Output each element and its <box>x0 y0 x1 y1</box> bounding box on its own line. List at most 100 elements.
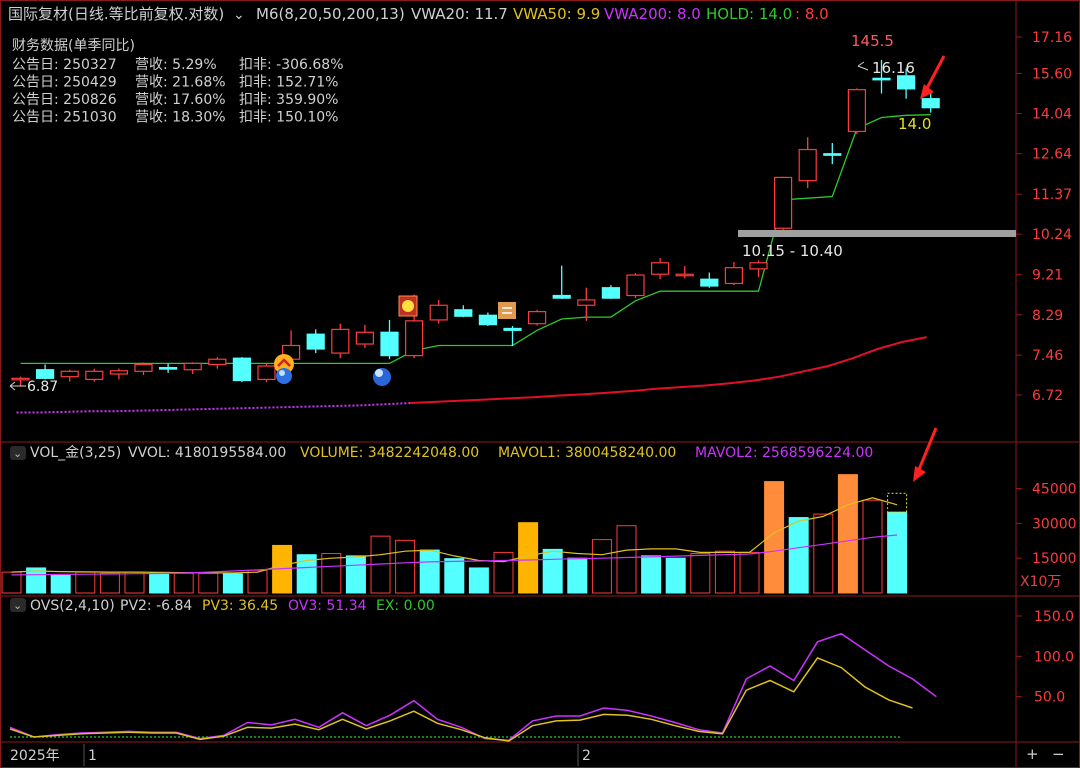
volume-header: ⌄ VOL_金(3,25) VVOL: 4180195584.00 VOLUME… <box>10 445 873 461</box>
volume-tick-label: 45000 <box>1032 482 1077 498</box>
candle <box>355 324 374 349</box>
candle-body <box>134 363 153 372</box>
candle <box>257 363 276 383</box>
volume-unit: X10万 <box>1020 574 1061 590</box>
candle <box>454 305 473 318</box>
financial-revenue: 营收: 21.68% <box>135 75 226 91</box>
hold-value: HOLD: 14.0 <box>706 5 792 23</box>
ovs-tick-label: 100.0 <box>1034 649 1074 665</box>
candle <box>724 261 744 286</box>
chevron-down-icon: ⌄ <box>13 447 22 460</box>
price-tick-label: 11.37 <box>1032 187 1072 203</box>
candle-body <box>823 153 842 156</box>
volume-bar <box>50 574 71 594</box>
financial-profit: 扣非: 152.71% <box>239 75 338 91</box>
event-icon[interactable] <box>498 302 516 319</box>
ovs-tick-label: 50.0 <box>1034 690 1065 706</box>
ex-value: EX: 0.00 <box>376 598 435 614</box>
candle <box>749 260 768 278</box>
event-icon[interactable] <box>276 368 292 384</box>
candle <box>823 143 842 165</box>
financial-date: 公告日: 250826 <box>12 92 117 108</box>
candle-body <box>872 77 891 81</box>
volume-tick-label: 30000 <box>1032 516 1077 532</box>
x-axis-year: 2025年 <box>10 748 60 764</box>
candle <box>208 357 227 369</box>
ovs-header: ⌄ OVS(2,4,10) PV2: -6.84 PV3: 36.45 OV3:… <box>10 598 435 614</box>
price-tick-label: 10.24 <box>1032 227 1072 243</box>
vol-name[interactable]: VOL_金(3,25) <box>30 445 121 461</box>
financial-revenue: 营收: 17.60% <box>135 92 226 108</box>
candle-body <box>552 294 571 299</box>
volume-bar <box>395 539 416 594</box>
volume-bar <box>493 551 514 594</box>
x-axis-month-2: 2 <box>582 748 591 764</box>
event-icon[interactable] <box>373 368 391 386</box>
vwa200-line <box>16 336 927 414</box>
financial-date: 公告日: 250327 <box>12 57 117 73</box>
pv2-value: PV2: -6.84 <box>120 598 192 614</box>
candle-body <box>60 370 79 378</box>
hold-extra-value: : 8.0 <box>795 5 829 23</box>
volume-bar <box>321 553 342 594</box>
price-tick-label: 14.04 <box>1032 107 1072 123</box>
candle <box>847 88 867 135</box>
candle-body <box>331 328 350 354</box>
candle <box>503 326 522 347</box>
candle-body <box>724 267 744 285</box>
price-tick-label: 9.21 <box>1032 268 1063 284</box>
low-price-label: 6.87 <box>27 379 58 395</box>
volume-bar <box>222 573 243 594</box>
ovs-name[interactable]: OVS(2,4,10) <box>30 598 115 614</box>
candle <box>577 287 596 321</box>
candle-body <box>208 358 227 366</box>
chart-title: 国际复材(日线.等比前复权.对数) <box>8 5 224 23</box>
candle-body <box>380 331 399 357</box>
candle <box>552 265 571 300</box>
vvol-value: VVOL: 4180195584.00 <box>128 445 286 461</box>
volume-bar <box>591 539 612 594</box>
candle-body <box>405 320 424 357</box>
volume-bar <box>247 569 268 594</box>
volume-bar <box>837 474 858 594</box>
candle-body <box>257 365 276 381</box>
candle-body <box>921 98 940 109</box>
candle-body <box>478 314 497 326</box>
financial-data: 财务数据(单季同比) 公告日: 250327 营收: 5.29% 扣非: -306.… <box>12 38 344 126</box>
volume-bar <box>149 572 170 594</box>
candle-body <box>847 89 867 133</box>
candle <box>601 285 621 300</box>
candle-body <box>429 304 448 321</box>
candle-body <box>601 287 621 299</box>
range-label: 10.15 - 10.40 <box>742 242 843 260</box>
volume-bar <box>468 567 489 594</box>
candle <box>626 272 645 299</box>
chevron-down-icon: ⌄ <box>13 599 22 612</box>
volume-bar <box>99 572 120 594</box>
vwa50-value: VWA50: 9.9 <box>513 5 600 23</box>
arrow-icon <box>913 427 938 482</box>
vwa20-value: VWA20: 11.7 <box>411 5 508 23</box>
volume-value: VOLUME: 3482242048.00 <box>300 445 479 461</box>
price-tick-label: 12.64 <box>1032 147 1072 163</box>
candle <box>60 369 79 382</box>
candle <box>478 312 497 327</box>
candle <box>429 299 448 324</box>
range-band <box>738 230 1016 237</box>
zoom-out-button[interactable]: − <box>1052 745 1065 763</box>
volume-bar <box>567 557 588 594</box>
candle-body <box>626 274 645 297</box>
settings-chevron-icon[interactable]: ⌄ <box>233 7 245 23</box>
volume-bar <box>813 513 834 594</box>
financial-revenue: 营收: 18.30% <box>135 110 226 126</box>
zoom-in-button[interactable]: + <box>1026 745 1039 763</box>
financial-revenue: 营收: 5.29% <box>135 57 217 73</box>
candle-body <box>798 148 817 182</box>
ma-label[interactable]: M6(8,20,50,200,13) <box>256 5 405 23</box>
candle <box>331 323 350 359</box>
event-icon[interactable] <box>398 295 418 317</box>
volume-bar <box>444 558 465 594</box>
financial-title: 财务数据(单季同比) <box>12 38 135 54</box>
candle <box>306 329 325 354</box>
candle <box>85 368 104 382</box>
